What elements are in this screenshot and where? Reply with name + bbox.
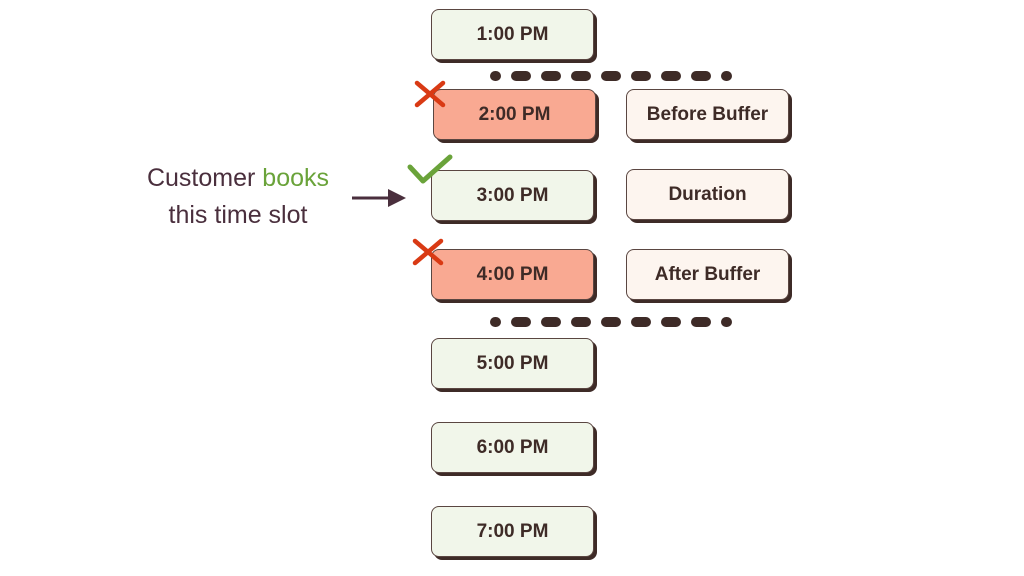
caption-line2: this time slot (168, 201, 308, 229)
buffer-start-divider (490, 71, 732, 81)
buffer-end-divider (490, 317, 732, 327)
time-slot-5pm[interactable]: 5:00 PM (431, 338, 594, 389)
arrow-right-icon (352, 189, 406, 207)
after-buffer-label: After Buffer (626, 249, 789, 300)
caption-highlight: books (262, 164, 330, 192)
time-slot-2pm[interactable]: 2:00 PM (433, 89, 596, 140)
duration-label: Duration (626, 169, 789, 220)
caption-prefix: Customer (146, 164, 256, 192)
before-buffer-label: Before Buffer (626, 89, 789, 140)
cross-icon (414, 80, 446, 108)
time-slot-7pm[interactable]: 7:00 PM (431, 506, 594, 557)
time-slot-3pm[interactable]: 3:00 PM (431, 170, 594, 221)
time-slot-4pm[interactable]: 4:00 PM (431, 249, 594, 300)
time-slot-6pm[interactable]: 6:00 PM (431, 422, 594, 473)
cross-icon (412, 238, 444, 266)
time-slot-1pm[interactable]: 1:00 PM (431, 9, 594, 60)
booking-caption: Customer books this time slot (120, 160, 356, 234)
check-icon (407, 154, 453, 184)
